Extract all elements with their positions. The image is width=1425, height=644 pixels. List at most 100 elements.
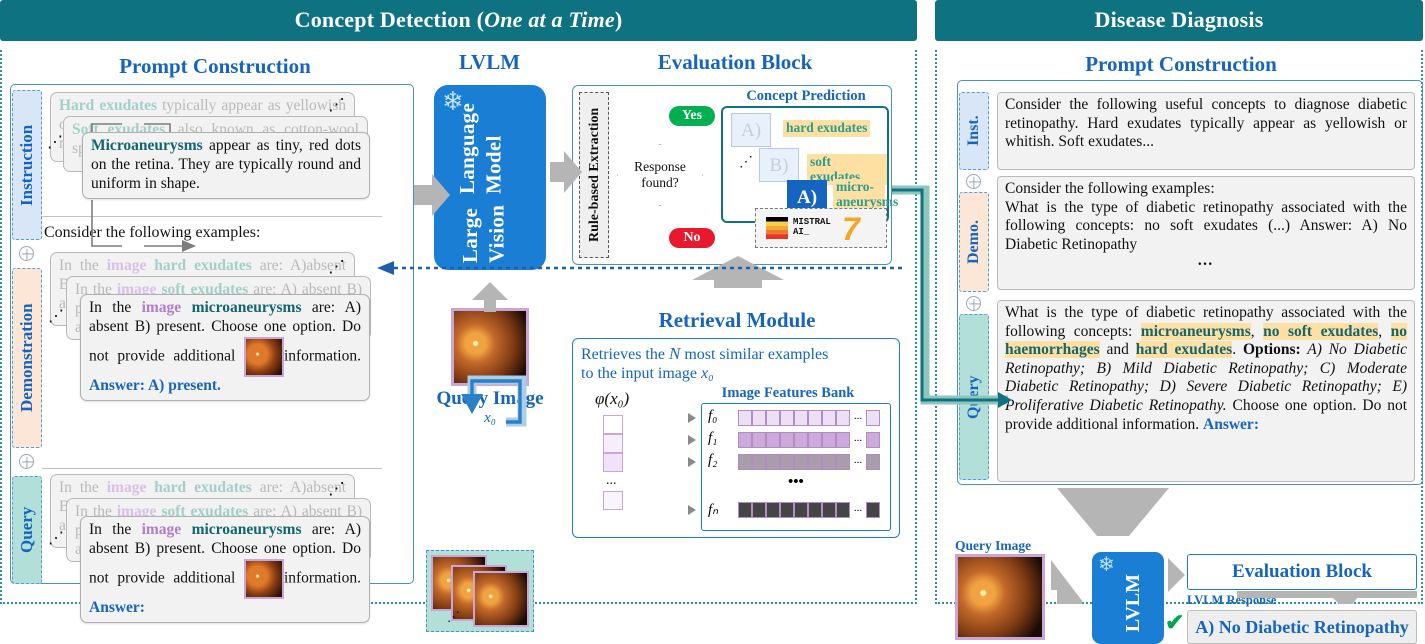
- query-image-symbol: x₀: [484, 410, 496, 426]
- phi-cell-2: [603, 453, 623, 472]
- right-lvlm-label: LVLM: [1122, 574, 1144, 633]
- rule-based-extraction-box: Rule-based Extraction: [579, 92, 609, 258]
- rule-based-extraction-label: Rule-based Extraction: [587, 107, 602, 243]
- query-card-front[interactable]: In the image microaneurysms are: A) abse…: [80, 516, 370, 623]
- lvlm-response-value: A) No Diabetic Retinopathy: [1195, 617, 1409, 637]
- right-demonstration-box[interactable]: Consider the following examples: What is…: [997, 176, 1415, 290]
- concept-detection-body: Prompt Construction Instruction Demonstr…: [0, 50, 917, 632]
- mistral-logo-icon: [766, 217, 788, 239]
- concept-option-tag-2: micro-aneurysms: [833, 179, 898, 211]
- instruction-ellipsis-2: ⋰: [47, 134, 63, 151]
- demo-card-front[interactable]: In the image microaneurysms are: A) abse…: [80, 294, 370, 401]
- right-concat-node-1: [966, 174, 981, 189]
- retrieval-desc-x0: x₀: [700, 365, 714, 383]
- tab-instruction-label: Instruction: [17, 124, 36, 206]
- query-card-front-p1: In the: [89, 521, 142, 538]
- right-query-concept-1: microaneurysms: [1140, 322, 1251, 340]
- feature-label-3: fₙ: [708, 502, 719, 518]
- tab-demonstration-label: Demonstration: [17, 303, 36, 413]
- concept-detection-title-italic: One at a Time: [484, 7, 615, 32]
- feature-row-1: ...: [738, 432, 880, 448]
- right-query-sep-3: and: [1099, 341, 1136, 359]
- yes-pill: Yes: [669, 106, 715, 126]
- retrieval-desc-1: Retrieves the: [581, 346, 669, 363]
- demo-card-back-k2: hard exudates: [154, 257, 252, 274]
- right-query-sep-1: ,: [1250, 322, 1264, 340]
- phi-ellipsis: ...: [606, 473, 617, 488]
- demo-card-front-p1: In the: [89, 299, 142, 316]
- demo-intro: Consider the following examples:: [44, 224, 261, 241]
- lvlm-block[interactable]: ❄ Large Vision Language Model: [434, 85, 546, 270]
- retrieval-module-title: Retrieval Module: [658, 308, 816, 332]
- query-ellipsis-2: ⋰: [48, 530, 64, 547]
- left-prompt-construction-title: Prompt Construction: [119, 54, 311, 78]
- disease-diagnosis-title: Disease Diagnosis: [1094, 7, 1264, 32]
- lvlm-line-2: Language Model: [455, 103, 506, 195]
- instruction-card-front[interactable]: Microaneurysms appear as tiny, red dots …: [82, 132, 370, 199]
- feature-label-2: f₂: [708, 452, 718, 468]
- right-snowflake-icon: ❄: [1098, 554, 1115, 576]
- right-concat-node-2: [966, 296, 981, 311]
- right-instruction-box[interactable]: Consider the following useful concepts t…: [997, 92, 1415, 170]
- right-tab-demonstration-label: Demo.: [965, 220, 982, 264]
- demo-card-front-answer: Answer: A) present.: [89, 376, 221, 394]
- right-tab-demonstration[interactable]: Demo.: [959, 192, 989, 292]
- instruction-card-front-concept: Microaneurysms: [91, 137, 203, 154]
- retrieval-desc-2: most similar examples: [680, 346, 829, 363]
- query-image-group: Query Image x₀: [434, 308, 546, 427]
- mistral-seven: 7: [842, 211, 860, 247]
- concept-prediction-label: Concept Prediction: [746, 88, 866, 104]
- disease-diagnosis-body: Prompt Construction Inst. Demo. Query Co…: [935, 50, 1423, 644]
- arrow-queryimage-to-lvlm-right: [1051, 560, 1083, 604]
- right-tab-query[interactable]: Query: [959, 314, 989, 480]
- concept-detection-title: Concept Detection (: [294, 7, 485, 32]
- mistral-word-2: AI_: [793, 227, 810, 238]
- tab-instruction[interactable]: Instruction: [12, 90, 42, 240]
- query-card-back-k1: image: [106, 479, 147, 496]
- response-found-label: Response found?: [634, 159, 686, 190]
- disease-diagnosis-panel: Disease Diagnosis Prompt Construction In…: [935, 0, 1425, 644]
- feature-label-0: f₀: [708, 408, 718, 424]
- right-query-image-fundus: [955, 554, 1045, 640]
- feature-row-2: ...: [738, 454, 880, 470]
- retrieval-module-box: Retrieves the N most similar examples to…: [572, 338, 900, 538]
- disease-diagnosis-header: Disease Diagnosis: [935, 0, 1423, 41]
- phi-cell-1: [603, 434, 623, 453]
- right-query-concept-4: hard exudates: [1135, 341, 1233, 359]
- mistral-fallback-box: MISTRAL AI_ 7: [755, 208, 887, 248]
- tab-demonstration[interactable]: Demonstration: [12, 268, 42, 448]
- divider-2: [42, 468, 382, 469]
- right-lvlm-block[interactable]: ❄ LVLM: [1092, 552, 1164, 644]
- concept-detection-title-tail: ): [614, 7, 623, 32]
- phi-cell-0: [603, 415, 623, 434]
- query-ellipsis-1: ⋰: [328, 479, 345, 498]
- lvlm-response-box: A) No Diabetic Retinopathy: [1187, 610, 1417, 644]
- tab-query[interactable]: Query: [12, 476, 42, 584]
- concept-detection-header: Concept Detection (One at a Time): [0, 0, 917, 41]
- evaluation-block-title: Evaluation Block: [657, 50, 813, 74]
- right-query-box[interactable]: What is the type of diabetic retinopathy…: [997, 300, 1415, 482]
- tab-query-label: Query: [17, 506, 36, 554]
- no-label: No: [683, 230, 701, 245]
- right-evaluation-block-label: Evaluation Block: [1232, 561, 1372, 582]
- right-demo-ellipsis: …: [1197, 252, 1215, 270]
- query-card-back-k2: hard exudates: [154, 479, 252, 496]
- retrieved-image-2: [473, 571, 529, 627]
- query-card-front-p3: information.: [283, 569, 361, 587]
- concept-option-chip-1[interactable]: B): [759, 148, 799, 182]
- query-image-fundus: [451, 308, 529, 386]
- right-prompt-construction-title: Prompt Construction: [1085, 52, 1277, 76]
- check-icon: ✔: [1165, 610, 1185, 635]
- concept-option-chip-0[interactable]: A): [731, 113, 771, 147]
- concept-ellipsis: ⋰: [739, 155, 753, 170]
- demo-card-front-p3: information.: [283, 347, 361, 365]
- lvlm-response-label: LVLM Response: [1187, 593, 1277, 607]
- right-query-options-label: Options:: [1242, 341, 1301, 359]
- retrieved-ellipsis: ⋰: [447, 609, 460, 624]
- demo-ellipsis-2: ⋰: [48, 308, 64, 325]
- feature-label-1: f₁: [708, 430, 718, 446]
- right-query-image-group: [955, 554, 1045, 640]
- image-features-bank-box: f₀ f₁ f₂ fₙ ... ... ... ••• ...: [688, 403, 891, 531]
- right-tab-instruction[interactable]: Inst.: [959, 92, 989, 170]
- right-demo-line-2: What is the type of diabetic retinopathy…: [1005, 198, 1407, 253]
